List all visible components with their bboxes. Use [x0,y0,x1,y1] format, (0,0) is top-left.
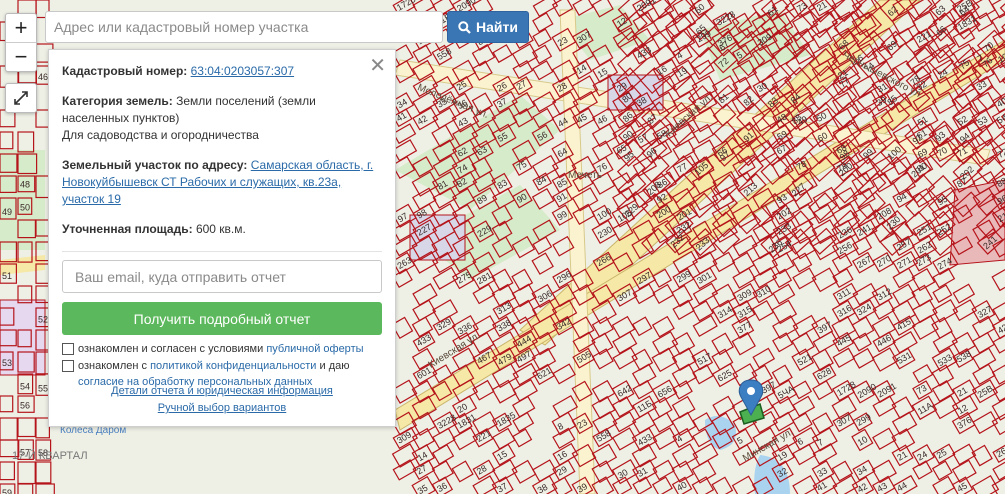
privacy-consent-checkbox[interactable] [62,360,74,372]
search-icon [458,20,471,34]
divider [62,251,382,252]
area-row: Уточненная площадь: 600 кв.м. [62,221,382,238]
place-label: Мечеть [568,170,602,181]
parcel-number-label: 54 [20,382,30,392]
zoom-out-button[interactable]: − [6,42,36,71]
parcel-info-panel: ✕ Кадастровый номер: 63:04:0203057:307 К… [48,49,396,427]
address-label: Земельный участок по адресу: [62,158,248,172]
manual-selection-link[interactable]: Ручной выбор вариантов [49,400,395,417]
zoom-control: + − [5,13,37,72]
cadastral-number-row: Кадастровый номер: 63:04:0203057:307 [62,63,382,80]
search-button-label: Найти [476,19,518,35]
report-details-link[interactable]: Детали отчета и юридическая информация [49,383,395,400]
parcel-number-label: 59 [2,488,12,494]
cadastral-number-link[interactable]: 63:04:0203057:307 [191,64,294,78]
category-label: Категория земель: [62,94,173,108]
usage-value: Для садоводства и огородничества [62,128,259,142]
offer-consent-row: ознакомлен и согласен с условиями публич… [62,341,382,357]
parcel-number-label: 51 [2,271,12,281]
close-icon[interactable]: ✕ [369,56,386,76]
cadastral-label: Кадастровый номер: [62,64,188,78]
privacy-consent-mid: и даю [319,360,350,372]
offer-consent-text: ознакомлен и согласен с условиями [78,343,264,355]
land-category-row: Категория земель: Земли поселений (земли… [62,93,382,144]
area-label: Уточненная площадь: [62,222,193,236]
district-label: 17-Й КВАРТАЛ [12,450,88,462]
fullscreen-button[interactable] [5,83,37,113]
zoom-in-button[interactable]: + [6,14,36,42]
email-field[interactable] [62,260,382,293]
offer-consent-checkbox[interactable] [62,343,74,355]
parcel-number-label: 49 [2,207,12,217]
public-offer-link[interactable]: публичной оферты [266,343,363,355]
parcel-number-label: 55 [38,383,48,393]
panel-footer: Детали отчета и юридическая информация Р… [49,383,395,417]
area-value: 600 кв.м. [195,222,246,236]
search-input[interactable] [45,11,443,43]
parcel-number-label: 52 [38,315,48,325]
expand-icon [14,91,28,105]
get-report-button[interactable]: Получить подробный отчет [62,302,382,335]
parcel-number-label: 56 [20,400,30,410]
address-row: Земельный участок по адресу: Самарская о… [62,157,382,208]
parcel-number-label: 46 [38,72,48,82]
search-button[interactable]: Найти [447,11,529,43]
privacy-policy-link[interactable]: политикой конфиденциальности [150,360,316,372]
parcel-number-label: 48 [20,180,30,190]
parcel-number-label: 53 [2,358,12,368]
privacy-consent-text: ознакомлен с [78,360,148,372]
parcel-number-label: 50 [20,202,30,212]
